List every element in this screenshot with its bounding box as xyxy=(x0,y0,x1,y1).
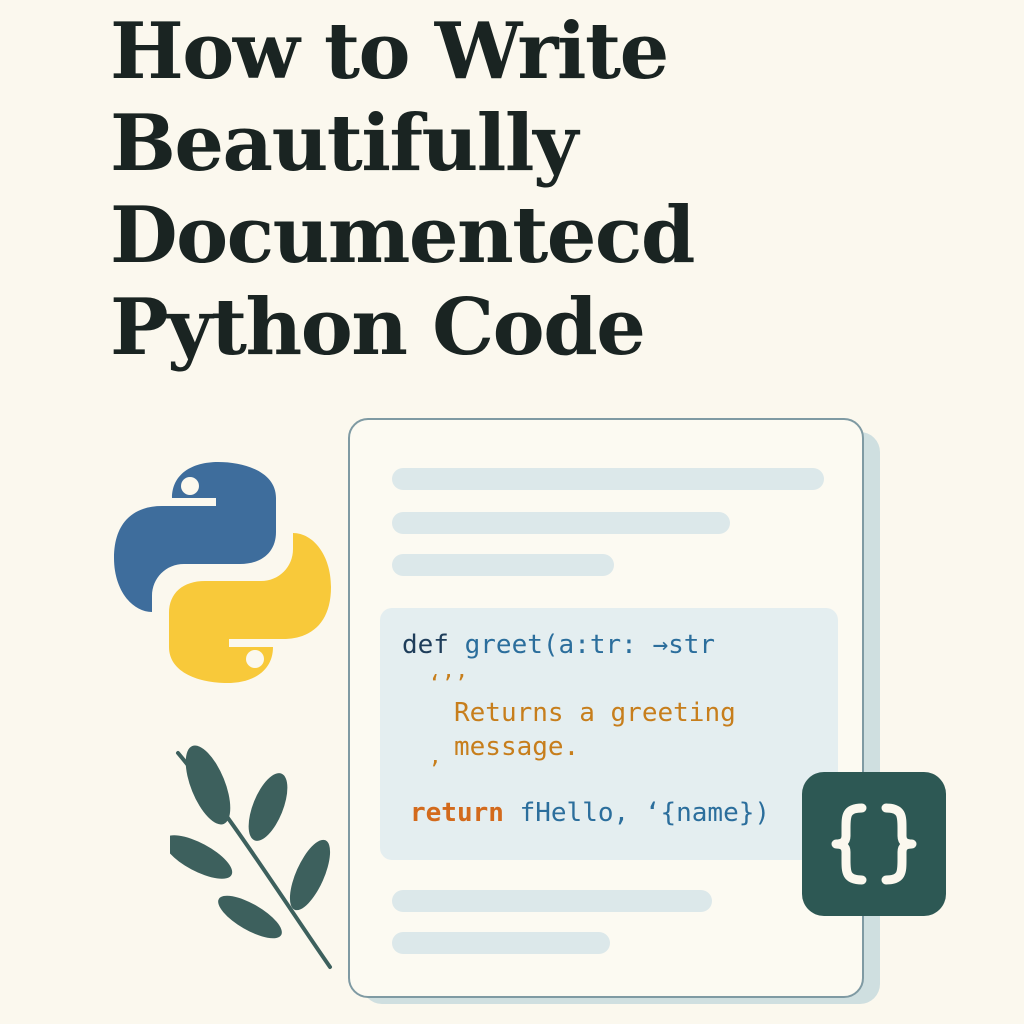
curly-braces-badge xyxy=(802,772,946,916)
return-keyword: return xyxy=(410,798,504,828)
page-title: How to Write Beautifully Documentecd Pyt… xyxy=(110,6,695,374)
title-line-3: Documentecd xyxy=(110,190,695,281)
docstring-open: ‘’’ xyxy=(428,672,468,697)
title-line-1: How to Write xyxy=(110,6,669,97)
title-line-2: Beautifully xyxy=(110,98,578,189)
document-card: def greet(a:tr: →str ‘’’ Returns a greet… xyxy=(348,418,864,998)
docstring-text-2: message. xyxy=(454,732,580,762)
return-value: fHello, ‘{name}) xyxy=(519,798,771,828)
placeholder-line xyxy=(392,468,824,490)
code-block: def greet(a:tr: →str ‘’’ Returns a greet… xyxy=(380,608,838,860)
placeholder-line xyxy=(392,512,730,534)
code-def-line: def greet(a:tr: →str xyxy=(402,630,715,660)
docstring-close: ’ xyxy=(428,758,442,783)
title-line-4: Python Code xyxy=(110,282,646,373)
def-keyword: def xyxy=(402,630,449,660)
code-return-line: return fHello, ‘{name}) xyxy=(410,798,770,828)
docstring-text-1: Returns a greeting xyxy=(454,698,736,728)
curly-braces-icon xyxy=(831,803,917,885)
leaf-branch-icon xyxy=(170,745,332,969)
placeholder-line xyxy=(392,554,614,576)
placeholder-line xyxy=(392,890,712,912)
function-signature: greet(a:tr: →str xyxy=(464,630,716,660)
python-logo-icon xyxy=(114,462,331,683)
placeholder-line xyxy=(392,932,610,954)
